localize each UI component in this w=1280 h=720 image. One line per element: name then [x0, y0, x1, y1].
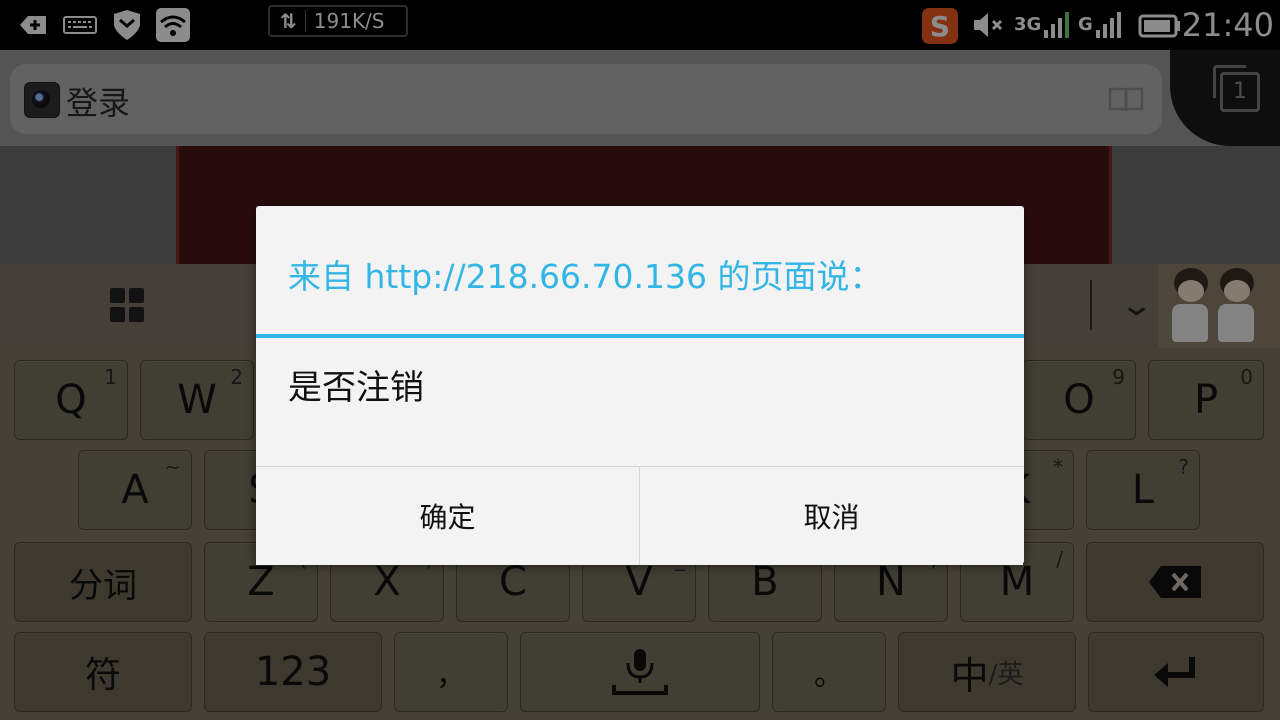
dialog-message: 是否注销	[288, 368, 424, 408]
dialog-buttons: 确定 取消	[256, 466, 1024, 565]
cancel-button[interactable]: 取消	[640, 467, 1023, 565]
dialog-title-divider	[256, 334, 1024, 338]
js-confirm-dialog: 来自 http://218.66.70.136 的页面说： 是否注销 确定 取消	[256, 206, 1024, 565]
confirm-button[interactable]: 确定	[256, 467, 640, 565]
dialog-title: 来自 http://218.66.70.136 的页面说：	[288, 257, 883, 296]
